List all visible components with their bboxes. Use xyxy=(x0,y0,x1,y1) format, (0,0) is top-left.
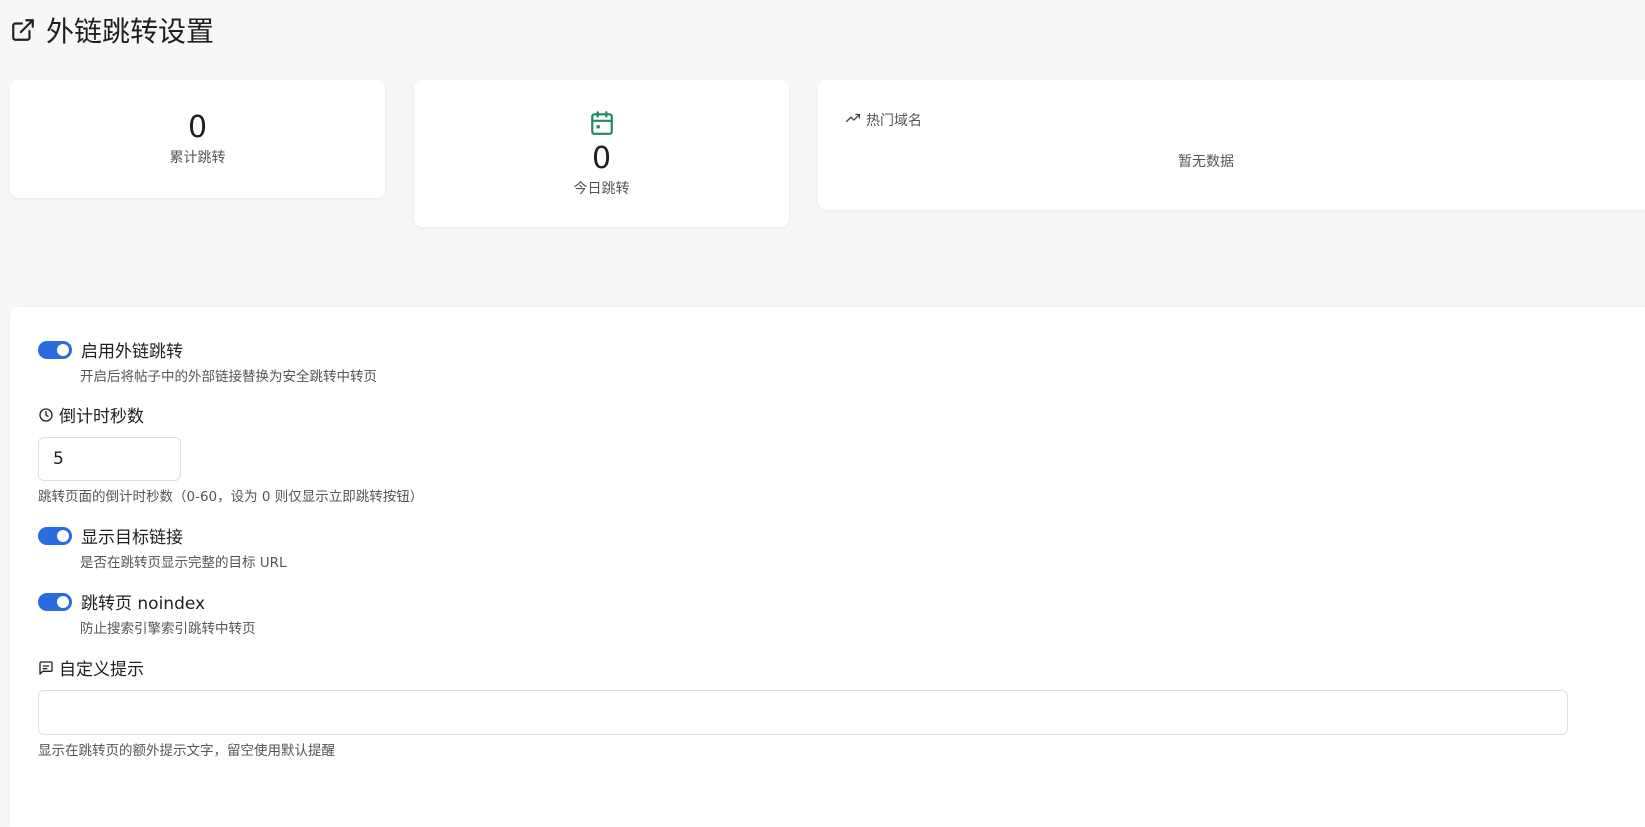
show-target-setting: 显示目标链接 是否在跳转页显示完整的目标 URL xyxy=(38,523,287,571)
countdown-input[interactable] xyxy=(38,437,181,481)
hot-domains-empty: 暂无数据 xyxy=(1178,154,1234,170)
hot-domains-card: 热门域名 暂无数据 xyxy=(818,80,1645,210)
today-redirects-value: 0 xyxy=(591,140,612,176)
enable-redirect-label: 启用外链跳转 xyxy=(81,342,183,362)
settings-panel: 启用外链跳转 开启后将帖子中的外部链接替换为安全跳转中转页 倒计时秒数 跳转页面… xyxy=(10,307,1645,827)
custom-hint-desc: 显示在跳转页的额外提示文字，留空使用默认提醒 xyxy=(38,743,335,759)
trending-up-icon xyxy=(845,111,861,129)
today-redirects-label: 今日跳转 xyxy=(573,180,630,197)
hot-domains-header: 热门域名 xyxy=(845,110,922,130)
show-target-toggle[interactable] xyxy=(38,526,72,545)
clock-icon xyxy=(38,407,54,423)
noindex-toggle[interactable] xyxy=(38,592,72,611)
enable-redirect-setting: 启用外链跳转 开启后将帖子中的外部链接替换为安全跳转中转页 xyxy=(38,337,377,385)
enable-redirect-toggle[interactable] xyxy=(38,340,72,359)
show-target-desc: 是否在跳转页显示完整的目标 URL xyxy=(80,555,287,571)
total-redirects-card: 0 累计跳转 xyxy=(10,80,385,198)
enable-redirect-desc: 开启后将帖子中的外部链接替换为安全跳转中转页 xyxy=(80,369,377,385)
custom-hint-input[interactable] xyxy=(38,690,1568,735)
message-square-icon xyxy=(38,660,54,676)
total-redirects-value: 0 xyxy=(187,110,208,145)
today-redirects-card: 0 今日跳转 xyxy=(414,80,789,227)
custom-hint-setting: 自定义提示 显示在跳转页的额外提示文字，留空使用默认提醒 xyxy=(38,655,1568,759)
custom-hint-label: 自定义提示 xyxy=(59,660,144,680)
noindex-label: 跳转页 noindex xyxy=(81,594,206,614)
countdown-label: 倒计时秒数 xyxy=(59,407,144,427)
countdown-setting: 倒计时秒数 跳转页面的倒计时秒数（0-60，设为 0 则仅显示立即跳转按钮） xyxy=(38,402,423,505)
noindex-setting: 跳转页 noindex 防止搜索引擎索引跳转中转页 xyxy=(38,589,256,637)
calendar-icon xyxy=(589,110,615,140)
page-title: 外链跳转设置 xyxy=(46,15,215,48)
show-target-label: 显示目标链接 xyxy=(81,528,183,548)
countdown-desc: 跳转页面的倒计时秒数（0-60，设为 0 则仅显示立即跳转按钮） xyxy=(38,489,424,505)
total-redirects-label: 累计跳转 xyxy=(169,150,226,166)
external-link-icon xyxy=(10,17,36,43)
hot-domains-title: 热门域名 xyxy=(866,113,922,129)
noindex-desc: 防止搜索引擎索引跳转中转页 xyxy=(80,621,256,637)
page-header: 外链跳转设置 xyxy=(10,10,214,50)
